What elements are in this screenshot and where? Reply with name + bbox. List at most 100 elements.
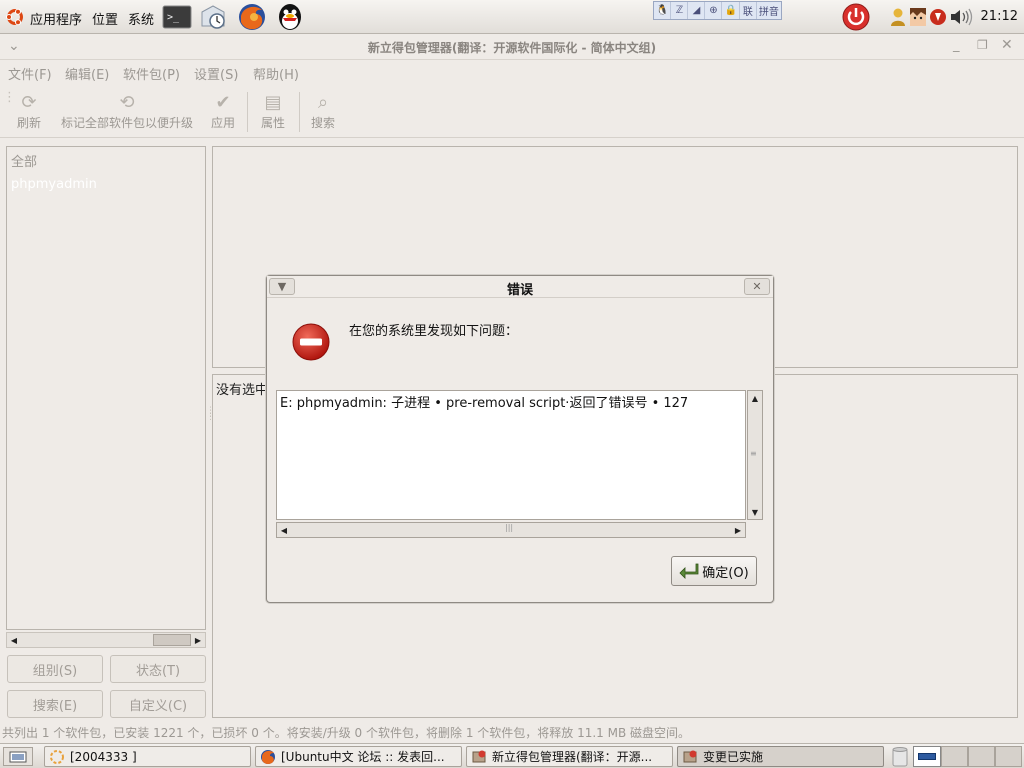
toolbar-separator	[299, 92, 300, 132]
menu-places[interactable]: 位置	[92, 9, 118, 28]
loading-icon	[50, 749, 64, 764]
section-list-hscrollbar[interactable]: ◀ ▶	[6, 632, 206, 648]
search-results-button[interactable]: 搜索(E)	[7, 690, 103, 718]
volume-icon[interactable]	[949, 8, 975, 26]
taskbar-item-4-active[interactable]: 变更已实施	[677, 746, 884, 767]
dialog-close-button[interactable]: ✕	[744, 278, 770, 295]
search-button[interactable]: ⌕ 搜索	[306, 90, 340, 131]
power-icon[interactable]	[840, 2, 872, 32]
avatar-icon[interactable]	[909, 7, 927, 27]
section-list-header[interactable]: 全部	[11, 151, 37, 170]
error-icon	[291, 322, 331, 362]
mark-all-upgrades-button[interactable]: ⟲ 标记全部软件包以便升级	[52, 90, 202, 131]
error-details-text: E: phpmyadmin: 子进程 • pre-removal script·…	[280, 396, 689, 411]
scroll-left-icon[interactable]: ◀	[277, 523, 291, 537]
upgrade-icon: ⟲	[119, 91, 135, 113]
qq-icon[interactable]	[274, 2, 306, 32]
terminal-icon[interactable]: >_	[161, 2, 193, 32]
clock[interactable]: 21:12	[981, 9, 1018, 24]
top-panel: 应用程序 位置 系统 >_ 🐧 ℤ ◢ ⊕ 🔒 联 拼音 21:12	[0, 0, 1024, 34]
menubar: 文件(F) 编辑(E) 软件包(P) 设置(S) 帮助(H)	[0, 61, 1024, 83]
scroll-right-icon[interactable]: ▶	[191, 633, 205, 647]
enter-arrow-icon	[679, 563, 699, 579]
dialog-titlebar[interactable]: ▼ 错误 ✕	[267, 276, 773, 298]
apply-button[interactable]: ✔ 应用	[206, 90, 240, 131]
refresh-button[interactable]: ⟳ 刷新	[12, 90, 46, 131]
scroll-left-icon[interactable]: ◀	[7, 633, 21, 647]
dialog-message: 在您的系统里发现如下问题：	[349, 324, 519, 339]
status-button[interactable]: 状态(T)	[110, 655, 206, 683]
statusbar: 共列出 1 个软件包，已安装 1221 个，已损坏 0 个。将安装/升级 0 个…	[2, 726, 691, 740]
search-icon: ⌕	[317, 91, 329, 113]
close-icon[interactable]: ✕	[1001, 37, 1013, 53]
refresh-label: 刷新	[16, 116, 41, 130]
update-notifier-icon[interactable]	[929, 8, 947, 26]
taskbar-item-label: [2004333 ]	[70, 749, 137, 764]
error-details-textview[interactable]: E: phpmyadmin: 子进程 • pre-removal script·…	[276, 390, 746, 520]
maximize-icon[interactable]: ❐	[977, 38, 988, 52]
desktop-icon	[9, 751, 27, 762]
taskbar-item-1[interactable]: [2004333 ]	[44, 746, 251, 767]
properties-label: 属性	[260, 116, 285, 130]
error-details-hscrollbar[interactable]: ◀ ||| ▶	[276, 522, 746, 538]
refresh-icon: ⟳	[21, 91, 37, 113]
minimize-icon[interactable]: _	[953, 38, 960, 53]
checkmark-icon: ✔	[215, 91, 231, 113]
ok-button[interactable]: 确定(O)	[671, 556, 757, 586]
taskbar-item-label: 变更已实施	[703, 750, 764, 764]
toolbar: ⋮ ⟳ 刷新 ⟲ 标记全部软件包以便升级 ✔ 应用 ▤ 属性 ⌕ 搜索	[0, 84, 1024, 138]
firefox-icon	[261, 749, 275, 764]
sections-button[interactable]: 组别(S)	[7, 655, 103, 683]
ime-lock-icon[interactable]: 🔒	[722, 2, 740, 19]
scroll-down-icon[interactable]: ▼	[748, 505, 762, 519]
svg-text:>_: >_	[167, 12, 180, 23]
clock-icon[interactable]	[197, 2, 229, 32]
ime-penguin-icon[interactable]: 🐧	[654, 2, 672, 19]
section-list[interactable]: 全部 phpmyadmin	[6, 146, 206, 630]
workspace-1[interactable]	[913, 746, 941, 767]
menu-applications[interactable]: 应用程序	[30, 9, 82, 28]
scroll-grip[interactable]: ≡	[750, 449, 757, 458]
taskbar-item-label: 新立得包管理器(翻译：开源...	[492, 750, 653, 764]
error-details-vscrollbar[interactable]: ▲ ≡ ▼	[747, 390, 763, 520]
close-icon: ✕	[752, 280, 762, 293]
input-method-bar[interactable]: 🐧 ℤ ◢ ⊕ 🔒 联 拼音	[653, 1, 782, 20]
mark-all-upgrades-label: 标记全部软件包以便升级	[60, 116, 193, 130]
scroll-right-icon[interactable]: ▶	[731, 523, 745, 537]
workspace-4[interactable]	[995, 746, 1022, 767]
ime-mode-icon[interactable]: ℤ	[671, 2, 689, 19]
menu-system[interactable]: 系统	[128, 9, 154, 28]
menu-help[interactable]: 帮助(H)	[253, 64, 299, 83]
menu-settings[interactable]: 设置(S)	[194, 64, 238, 83]
menu-package[interactable]: 软件包(P)	[123, 64, 180, 83]
workspace-3[interactable]	[968, 746, 995, 767]
custom-filters-button[interactable]: 自定义(C)	[110, 690, 206, 718]
scroll-up-icon[interactable]: ▲	[748, 391, 762, 405]
taskbar-item-2[interactable]: [Ubuntu中文 论坛 :: 发表回...	[255, 746, 462, 767]
properties-button[interactable]: ▤ 属性	[256, 90, 290, 131]
menu-edit[interactable]: 编辑(E)	[65, 64, 109, 83]
workspace-2[interactable]	[941, 746, 968, 767]
user-icon[interactable]	[889, 7, 907, 27]
taskbar-item-3[interactable]: 新立得包管理器(翻译：开源...	[466, 746, 673, 767]
ubuntu-logo-icon[interactable]	[5, 7, 25, 27]
bottom-panel: [2004333 ] [Ubuntu中文 论坛 :: 发表回... 新立得包管理…	[0, 743, 1024, 768]
ime-punct-icon[interactable]: ◢	[688, 2, 706, 19]
scroll-thumb[interactable]	[153, 634, 191, 646]
section-list-item[interactable]: phpmyadmin	[11, 177, 97, 192]
description-text: 没有选中	[216, 383, 269, 398]
scroll-grip[interactable]: |||	[505, 523, 513, 532]
firefox-icon[interactable]	[236, 2, 268, 32]
ok-label: 确定(O)	[702, 565, 749, 581]
window-titlebar[interactable]: ⌄ 新立得包管理器(翻译：开源软件国际化 - 简体中文组) _ ❐ ✕	[0, 35, 1024, 60]
menu-file[interactable]: 文件(F)	[8, 64, 52, 83]
search-label: 搜索	[310, 116, 335, 130]
ime-fullwidth-icon[interactable]: ⊕	[705, 2, 723, 19]
synaptic-icon	[472, 750, 486, 762]
ime-associate-button[interactable]: 联	[740, 2, 757, 19]
ime-pinyin-button[interactable]: 拼音	[757, 2, 781, 19]
window-title: 新立得包管理器(翻译：开源软件国际化 - 简体中文组)	[367, 41, 657, 55]
synaptic-icon	[683, 750, 697, 762]
trash-icon[interactable]	[891, 746, 909, 767]
show-desktop-button[interactable]	[3, 747, 33, 766]
